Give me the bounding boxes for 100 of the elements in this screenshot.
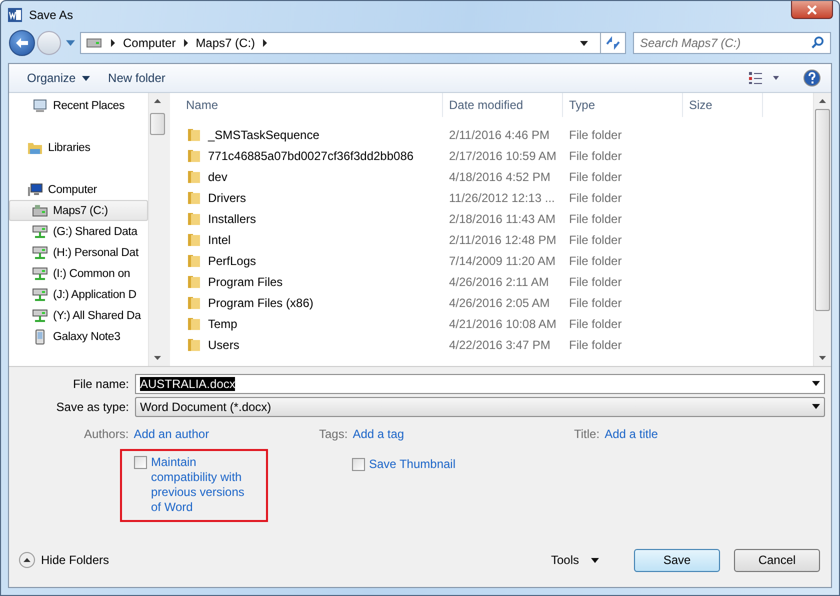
file-name-field[interactable]: AUSTRALIA.docx — [135, 374, 825, 394]
scroll-up-arrow-icon[interactable] — [819, 99, 826, 103]
folder-icon — [186, 126, 202, 142]
file-name: Program Files — [208, 274, 283, 288]
file-date: 4/26/2016 2:11 AM — [448, 274, 550, 288]
scroll-down-arrow-icon[interactable] — [154, 356, 161, 360]
scrollbar[interactable] — [148, 93, 166, 366]
file-date: 7/14/2009 11:20 AM — [448, 254, 557, 268]
checkbox[interactable] — [352, 458, 365, 471]
scroll-thumb[interactable] — [815, 109, 830, 311]
save-as-type-dropdown[interactable]: Word Document (*.docx) — [135, 396, 825, 416]
network-drive-icon — [32, 224, 48, 240]
breadcrumb-arrow-icon[interactable] — [184, 39, 188, 47]
sidebar-item[interactable]: Recent Places — [9, 95, 148, 116]
scroll-down-arrow-icon[interactable] — [819, 356, 826, 360]
back-button[interactable] — [9, 30, 35, 56]
close-icon[interactable] — [806, 4, 818, 14]
file-row[interactable]: Users 4/22/2016 3:47 PM File folder — [180, 334, 813, 355]
sidebar-item[interactable]: Galaxy Note3 — [9, 326, 148, 347]
breadcrumb-arrow-icon[interactable] — [111, 39, 115, 47]
help-icon[interactable] — [803, 69, 821, 87]
folder-icon — [186, 148, 202, 164]
new-folder-button[interactable]: New folder — [104, 68, 170, 88]
file-type: File folder — [568, 338, 623, 352]
sidebar-item[interactable]: (Y:) All Shared Da — [9, 305, 148, 326]
network-drive-icon — [32, 244, 48, 260]
column-header[interactable]: Size — [683, 93, 763, 117]
dropdown-arrow-icon[interactable] — [82, 76, 90, 82]
scroll-thumb[interactable] — [150, 113, 165, 135]
sidebar-item[interactable]: Computer — [9, 179, 148, 200]
organize-button[interactable]: Organize — [23, 68, 94, 88]
file-name: Program Files (x86) — [208, 296, 314, 310]
metadata-link[interactable]: Add a tag — [352, 427, 404, 441]
tools-button[interactable]: Tools — [544, 552, 605, 568]
folder-icon — [186, 232, 202, 248]
folder-icon — [186, 190, 202, 206]
scroll-up-arrow-icon[interactable] — [154, 99, 161, 103]
breadcrumb[interactable]: Maps7 (C:) — [196, 36, 256, 50]
folder-icon — [186, 210, 202, 226]
file-name: PerfLogs — [208, 254, 256, 268]
file-row[interactable]: _SMSTaskSequence 2/11/2016 4:46 PM File folder — [180, 124, 813, 145]
file-name-label: File name: — [72, 376, 130, 390]
file-name: _SMSTaskSequence — [208, 128, 320, 142]
file-row[interactable]: dev 4/18/2016 4:52 PM File folder — [180, 166, 813, 187]
sidebar-item[interactable]: (J:) Application D — [9, 284, 148, 305]
breadcrumb[interactable]: Computer — [123, 36, 176, 50]
metadata-link[interactable]: Add a title — [604, 427, 658, 441]
breadcrumb-arrow-icon[interactable] — [263, 39, 268, 47]
folder-icon — [186, 168, 202, 184]
sidebar-item[interactable]: (G:) Shared Data — [9, 221, 148, 242]
file-row[interactable]: Installers 2/18/2016 11:43 AM File folder — [180, 208, 813, 229]
window-title: Save As — [29, 8, 74, 22]
search-icon[interactable] — [811, 36, 824, 49]
file-row[interactable]: PerfLogs 7/14/2009 11:20 AM File folder — [180, 250, 813, 271]
checkbox-label[interactable]: Save Thumbnail — [369, 457, 456, 472]
file-date: 2/11/2016 12:48 PM — [448, 232, 558, 246]
file-date: 4/22/2016 3:47 PM — [448, 338, 552, 352]
column-header[interactable]: Date modified — [443, 93, 563, 117]
view-options-icon[interactable] — [749, 72, 779, 84]
hide-folders-button[interactable]: Hide Folders — [19, 552, 110, 568]
file-type: File folder — [568, 148, 623, 162]
file-row[interactable]: 771c46885a07bd0027cf36f3dd2bb086 2/17/2016 10:59 AM File folder — [180, 145, 813, 166]
metadata-link[interactable]: Add an author — [134, 427, 210, 441]
column-header[interactable]: Name — [180, 93, 443, 117]
scrollbar[interactable] — [813, 93, 831, 366]
search-field[interactable]: Search Maps7 (C:) — [633, 32, 831, 54]
file-date: 4/18/2016 4:52 PM — [448, 170, 552, 184]
address-bar[interactable]: Computer Maps7 (C:) — [80, 32, 626, 54]
sidebar-item[interactable]: (H:) Personal Dat — [9, 242, 148, 263]
sidebar-item[interactable]: (I:) Common on — [9, 263, 148, 284]
dropdown-arrow-icon[interactable] — [580, 40, 588, 46]
file-row[interactable]: Intel 2/11/2016 12:48 PM File folder — [180, 229, 813, 250]
file-row[interactable]: Drivers 11/26/2012 12:13 ... File folder — [180, 187, 813, 208]
dropdown-arrow-icon[interactable] — [591, 558, 599, 562]
file-date: 2/18/2016 11:43 AM — [448, 212, 557, 226]
folder-icon — [186, 274, 202, 290]
checkbox[interactable] — [134, 456, 147, 469]
sidebar-item[interactable]: Libraries — [9, 137, 148, 158]
sidebar-item[interactable]: Maps7 (C:) — [9, 200, 148, 221]
document-app-icon — [7, 6, 23, 22]
file-date: 11/26/2012 12:13 ... — [448, 190, 556, 204]
folder-icon — [186, 294, 202, 310]
close-button[interactable] — [791, 1, 833, 19]
file-row[interactable]: Program Files (x86) 4/26/2016 2:05 AM File folder — [180, 292, 813, 313]
cancel-button[interactable]: Cancel — [734, 548, 820, 572]
file-name: Installers — [208, 212, 256, 226]
column-header[interactable]: Type — [563, 93, 683, 117]
file-row[interactable]: Temp 4/21/2016 10:08 AM File folder — [180, 313, 813, 334]
checkbox-label[interactable]: Maintain compatibility with previous versions of Word — [151, 455, 256, 515]
recent-places-icon — [32, 98, 48, 114]
file-type: File folder — [568, 296, 623, 310]
dropdown-arrow-icon[interactable] — [812, 404, 820, 409]
dropdown-arrow-icon[interactable] — [812, 381, 820, 386]
file-row[interactable]: Program Files 4/26/2016 2:11 AM File folder — [180, 271, 813, 292]
file-name: Intel — [208, 232, 231, 246]
file-date: 2/17/2016 10:59 AM — [448, 148, 558, 162]
back-arrow-icon[interactable] — [15, 37, 29, 49]
file-type: File folder — [568, 316, 623, 330]
save-button[interactable]: Save — [634, 548, 720, 572]
metadata-label: Title: — [574, 427, 600, 441]
